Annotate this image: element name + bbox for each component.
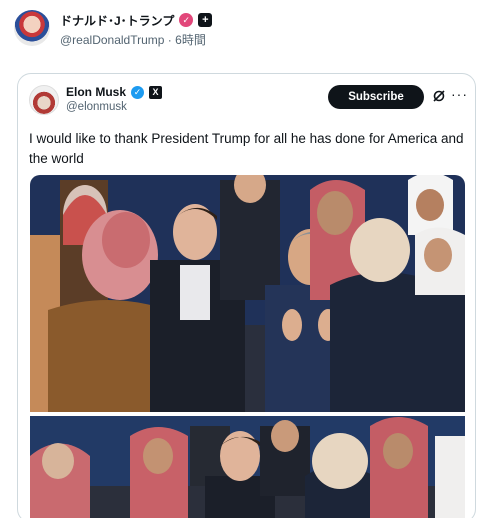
verified-blue-icon[interactable]: ✓: [131, 85, 145, 99]
photo-2[interactable]: [30, 416, 465, 518]
quoted-post-card[interactable]: Elon Musk ✓ X @elonmusk Subscribe ··· I …: [17, 73, 476, 518]
affiliate-plus-icon[interactable]: +: [198, 13, 213, 27]
grok-icon[interactable]: [432, 89, 446, 103]
subscribe-button[interactable]: Subscribe: [328, 85, 424, 109]
outer-post-header: ドナルド･J･トランプ ✓ + @realDonaldTrump · 6時間: [14, 10, 474, 50]
outer-handle-row: @realDonaldTrump · 6時間: [60, 31, 206, 48]
timestamp[interactable]: 6時間: [175, 33, 206, 47]
photo-1-image: [30, 175, 465, 412]
quoted-handle[interactable]: @elonmusk: [66, 101, 127, 113]
outer-name-row: ドナルド･J･トランプ ✓ +: [60, 11, 213, 29]
separator: ·: [167, 33, 172, 47]
photo-2-image: [30, 416, 465, 518]
display-name[interactable]: ドナルド･J･トランプ: [60, 12, 174, 29]
avatar[interactable]: [14, 10, 50, 46]
more-options-icon[interactable]: ···: [451, 86, 468, 102]
quoted-avatar[interactable]: [29, 85, 59, 115]
handle[interactable]: @realDonaldTrump: [60, 33, 164, 47]
quoted-post-text: I would like to thank President Trump fo…: [29, 131, 464, 166]
verified-pink-icon[interactable]: ✓: [179, 13, 194, 27]
photo-1[interactable]: [30, 175, 465, 412]
x-logo-icon: X: [149, 85, 163, 99]
quoted-display-name[interactable]: Elon Musk: [66, 85, 126, 99]
quoted-name-row: Elon Musk ✓ X: [66, 84, 163, 100]
